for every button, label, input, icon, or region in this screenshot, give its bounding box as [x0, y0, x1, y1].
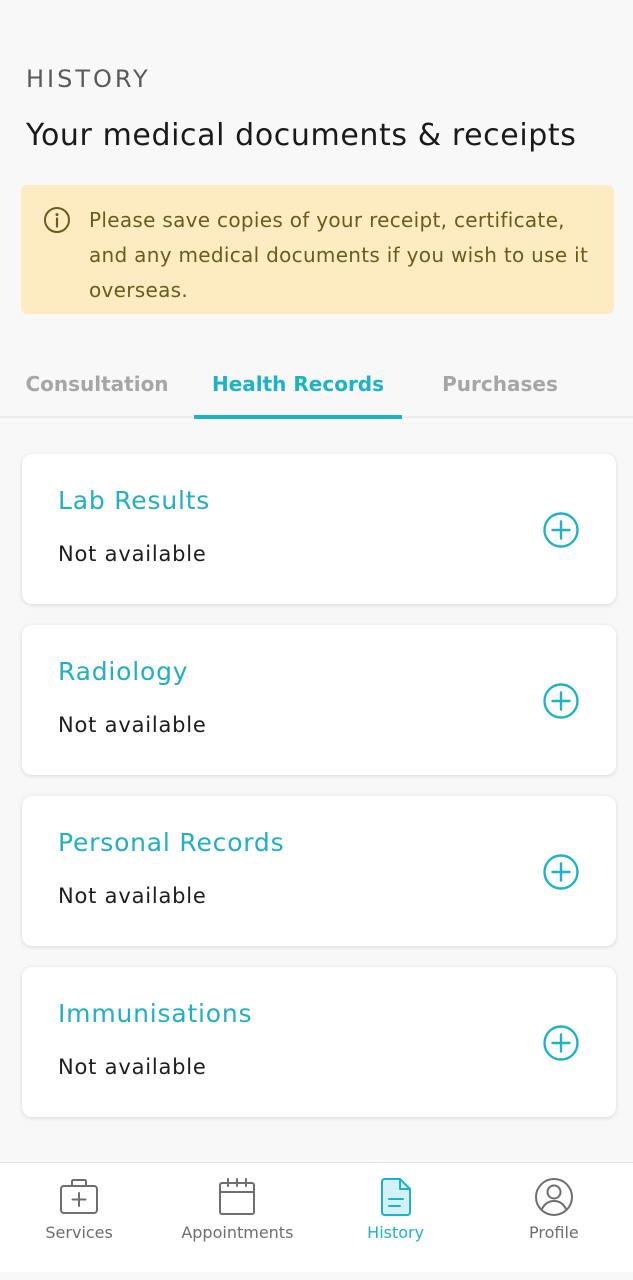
record-title: Radiology: [58, 657, 189, 686]
notice-text: Please save copies of your receipt, cert…: [89, 208, 589, 302]
user-circle-icon: [534, 1178, 573, 1216]
plus-circle-icon[interactable]: [542, 1024, 580, 1062]
nav-profile[interactable]: Profile: [475, 1163, 633, 1272]
nav-label: History: [367, 1223, 425, 1242]
calendar-icon: [219, 1178, 256, 1215]
page-title: Your medical documents & receipts: [26, 118, 577, 153]
info-notice: Please save copies of your receipt, cert…: [21, 185, 614, 314]
tab-health-records[interactable]: Health Records: [194, 350, 402, 418]
record-card-immunisations[interactable]: Immunisations Not available: [22, 967, 616, 1117]
nav-label: Services: [45, 1223, 113, 1242]
active-tab-indicator: [194, 415, 402, 419]
record-status: Not available: [58, 884, 207, 908]
nav-label: Appointments: [181, 1223, 294, 1242]
record-status: Not available: [58, 1055, 207, 1079]
plus-circle-icon[interactable]: [542, 511, 580, 549]
record-card-personal-records[interactable]: Personal Records Not available: [22, 796, 616, 946]
record-title: Personal Records: [58, 828, 285, 857]
plus-circle-icon[interactable]: [542, 682, 580, 720]
record-status: Not available: [58, 542, 207, 566]
medical-bag-icon: [60, 1179, 99, 1214]
section-eyebrow: HISTORY: [26, 65, 151, 93]
history-tabs: Consultation Health Records Purchases: [0, 350, 633, 419]
nav-services[interactable]: Services: [0, 1163, 158, 1272]
record-title: Lab Results: [58, 486, 211, 515]
tab-consultation[interactable]: Consultation: [0, 350, 194, 418]
record-status: Not available: [58, 713, 207, 737]
nav-history[interactable]: History: [317, 1163, 475, 1272]
record-card-lab-results[interactable]: Lab Results Not available: [22, 454, 616, 604]
bottom-navigation: Services Appointments History Profile: [0, 1162, 633, 1272]
page-header: HISTORY Your medical documents & receipt…: [26, 64, 613, 156]
document-icon: [380, 1178, 411, 1216]
nav-label: Profile: [529, 1223, 579, 1242]
info-icon: [44, 207, 70, 233]
record-title: Immunisations: [58, 999, 253, 1028]
plus-circle-icon[interactable]: [542, 853, 580, 891]
record-card-radiology[interactable]: Radiology Not available: [22, 625, 616, 775]
tab-purchases[interactable]: Purchases: [402, 350, 598, 418]
nav-appointments[interactable]: Appointments: [158, 1163, 316, 1272]
